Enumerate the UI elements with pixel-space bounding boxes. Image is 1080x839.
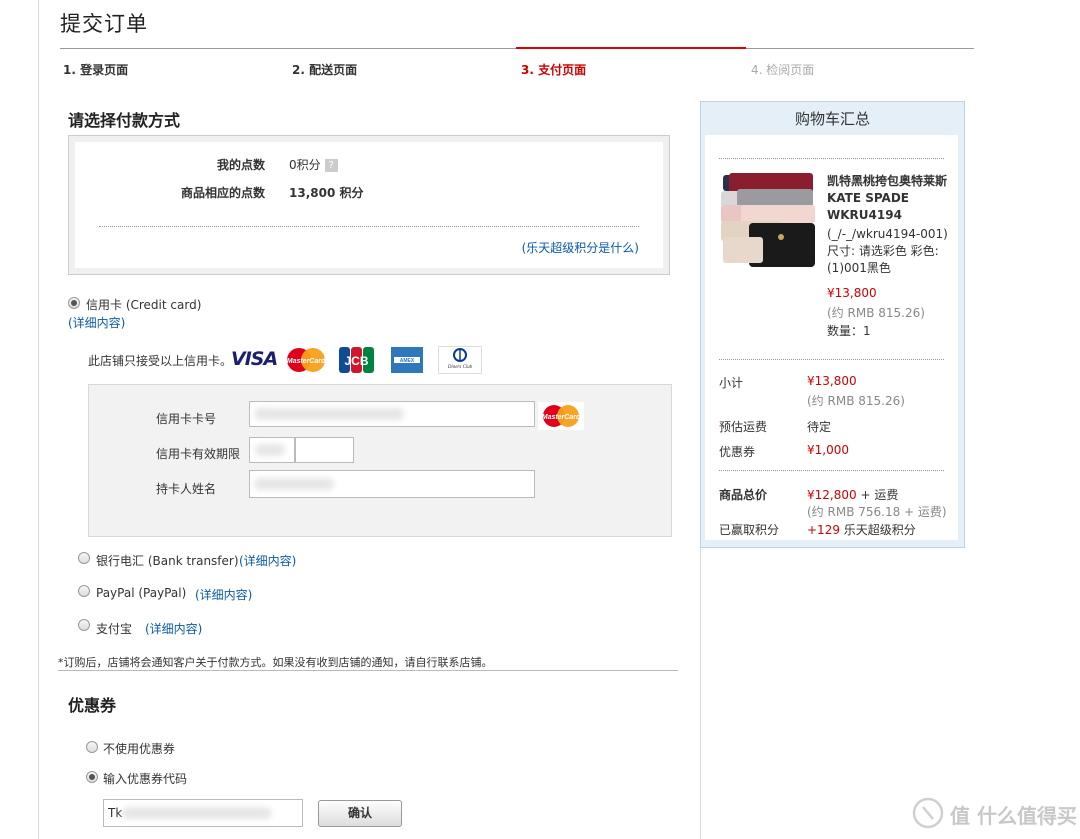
no-coupon-radio[interactable] [86,741,98,753]
amex-logo-text: AMEX [400,358,415,364]
diners-logo-text: Diners Club [447,365,473,370]
mastercard-logo: MasterCard [284,347,328,373]
diners-logo: Diners Club [438,346,482,374]
expiry-label: 信用卡有效期限 [156,447,241,461]
amex-logo: AMEX [390,346,424,374]
bank-transfer-label: 银行电汇 (Bank transfer) [96,554,239,568]
coupon-code-label: 输入优惠券代码 [103,772,188,786]
product-options: 尺寸: 请选彩色 彩色: (1)001黑色 [827,244,939,275]
step-payment: 3. 支付页面 [521,63,587,77]
credit-card-radio[interactable] [68,297,80,309]
paypal-radio[interactable] [78,585,90,597]
jcb-logo-text: JCB [344,354,368,368]
visa-logo: VISA [231,348,278,370]
coupon-code-radio[interactable] [86,771,98,783]
step-shipping: 2. 配送页面 [292,63,358,77]
coupon-confirm-button[interactable]: 确认 [318,800,402,827]
payment-divider [58,670,678,671]
coupon-heading: 优惠券 [68,696,117,715]
points-divider [99,226,639,227]
payment-note: *订购后，店铺将会通知客户关于付款方式。如果没有收到店铺的通知，请自行联系店铺。 [58,656,493,669]
alipay-details-link[interactable]: (详细内容) [145,620,202,637]
product-price-rmb: (约 RMB 815.26) [827,306,925,320]
bank-transfer-details-link[interactable]: (详细内容) [239,552,296,569]
steps-active-bar [516,47,746,49]
earned-points-value: +129 [807,523,840,537]
card-number-input[interactable] [249,401,535,427]
total-label: 商品总价 [719,488,768,502]
product-price: ¥13,800 [827,286,877,300]
detected-card-logo-text: MasterCard [542,414,581,421]
total-suffix: + 运费 [860,488,899,502]
earned-points-row: +129 乐天超级积分 [807,521,916,538]
product-image[interactable] [719,171,817,271]
points-box: 我的点数 0积分? 商品相应的点数 13,800 积分 (乐天超级积分是什么) [68,135,670,275]
mastercard-logo-text: MasterCard [287,358,326,365]
subtotal-value: ¥13,800 [807,374,857,388]
credit-card-details-link[interactable]: (详细内容) [68,314,125,331]
accepted-cards-text: 此店铺只接受以上信用卡。 [88,354,233,368]
my-points-value: 0积分? [289,156,338,173]
product-name[interactable]: 凯特黑桃挎包奥特莱斯KATE SPADE WKRU4194 [827,173,947,224]
cart-summary: 购物车汇总 凯特黑桃挎包奥特莱斯KATE SPADE WKRU4194 (_/-… [700,101,965,548]
card-number-label: 信用卡卡号 [156,412,217,426]
credit-card-label: 信用卡 (Credit card) [86,298,202,312]
alipay-label: 支付宝 [96,622,133,636]
left-border [38,0,39,839]
product-sku: (_/-_/wkru4194-001) [827,227,948,241]
what-is-points-link[interactable]: (乐天超级积分是什么) [522,239,639,256]
watermark-logo-icon [912,797,944,829]
holder-label: 持卡人姓名 [156,482,217,496]
bank-transfer-radio[interactable] [78,552,90,564]
cart-divider-bottom [719,470,944,471]
alipay-radio[interactable] [78,619,90,631]
detected-card-logo: MasterCard [538,402,584,430]
no-coupon-label: 不使用优惠券 [103,742,176,756]
earned-points-suffix: 乐天超级积分 [843,523,916,537]
paypal-details-link[interactable]: (详细内容) [195,586,252,603]
holder-name-input[interactable] [249,470,535,498]
product-points-label: 商品相应的点数 [180,186,265,200]
coupon-label: 优惠券 [719,445,756,459]
product-quantity: 数量：1 [827,324,871,338]
step-review: 4. 检阅页面 [751,63,815,77]
jcb-logo: JCB [338,346,376,374]
coupon-code-value: Tk [108,806,123,820]
coupon-code-input[interactable]: Tk [103,799,303,827]
paypal-label: PayPal (PayPal) [96,586,187,600]
total-rmb: (约 RMB 756.18 + 运费) [807,505,947,519]
my-points-label: 我的点数 [216,158,265,172]
earned-points-label: 已赢取积分 [719,523,780,537]
cart-divider-top [719,158,944,159]
help-icon[interactable]: ? [324,159,338,172]
cart-divider-mid [719,359,944,360]
shipping-label: 预估运费 [719,420,768,434]
my-points-text: 0积分 [289,158,321,172]
total-row: ¥12,800 + 运费 [807,486,898,503]
subtotal-label: 小计 [719,376,744,390]
subtotal-rmb: (约 RMB 815.26) [807,394,905,408]
watermark-text: 值 什么值得买 [950,804,1077,828]
total-value: ¥12,800 [807,488,857,502]
sidebar-bottom-border [700,546,701,839]
page-title: 提交订单 [60,12,148,36]
product-points-value: 13,800 积分 [289,186,364,200]
shipping-value: 待定 [807,420,832,434]
cart-summary-title: 购物车汇总 [794,110,870,128]
payment-heading: 请选择付款方式 [68,111,181,130]
credit-card-form: 信用卡卡号 MasterCard 信用卡有效期限 持卡人姓名 [88,384,672,537]
expiry-month-input[interactable] [249,437,295,463]
coupon-value: ¥1,000 [807,443,849,457]
expiry-year-input[interactable] [295,437,354,463]
step-login: 1. 登录页面 [63,63,129,77]
